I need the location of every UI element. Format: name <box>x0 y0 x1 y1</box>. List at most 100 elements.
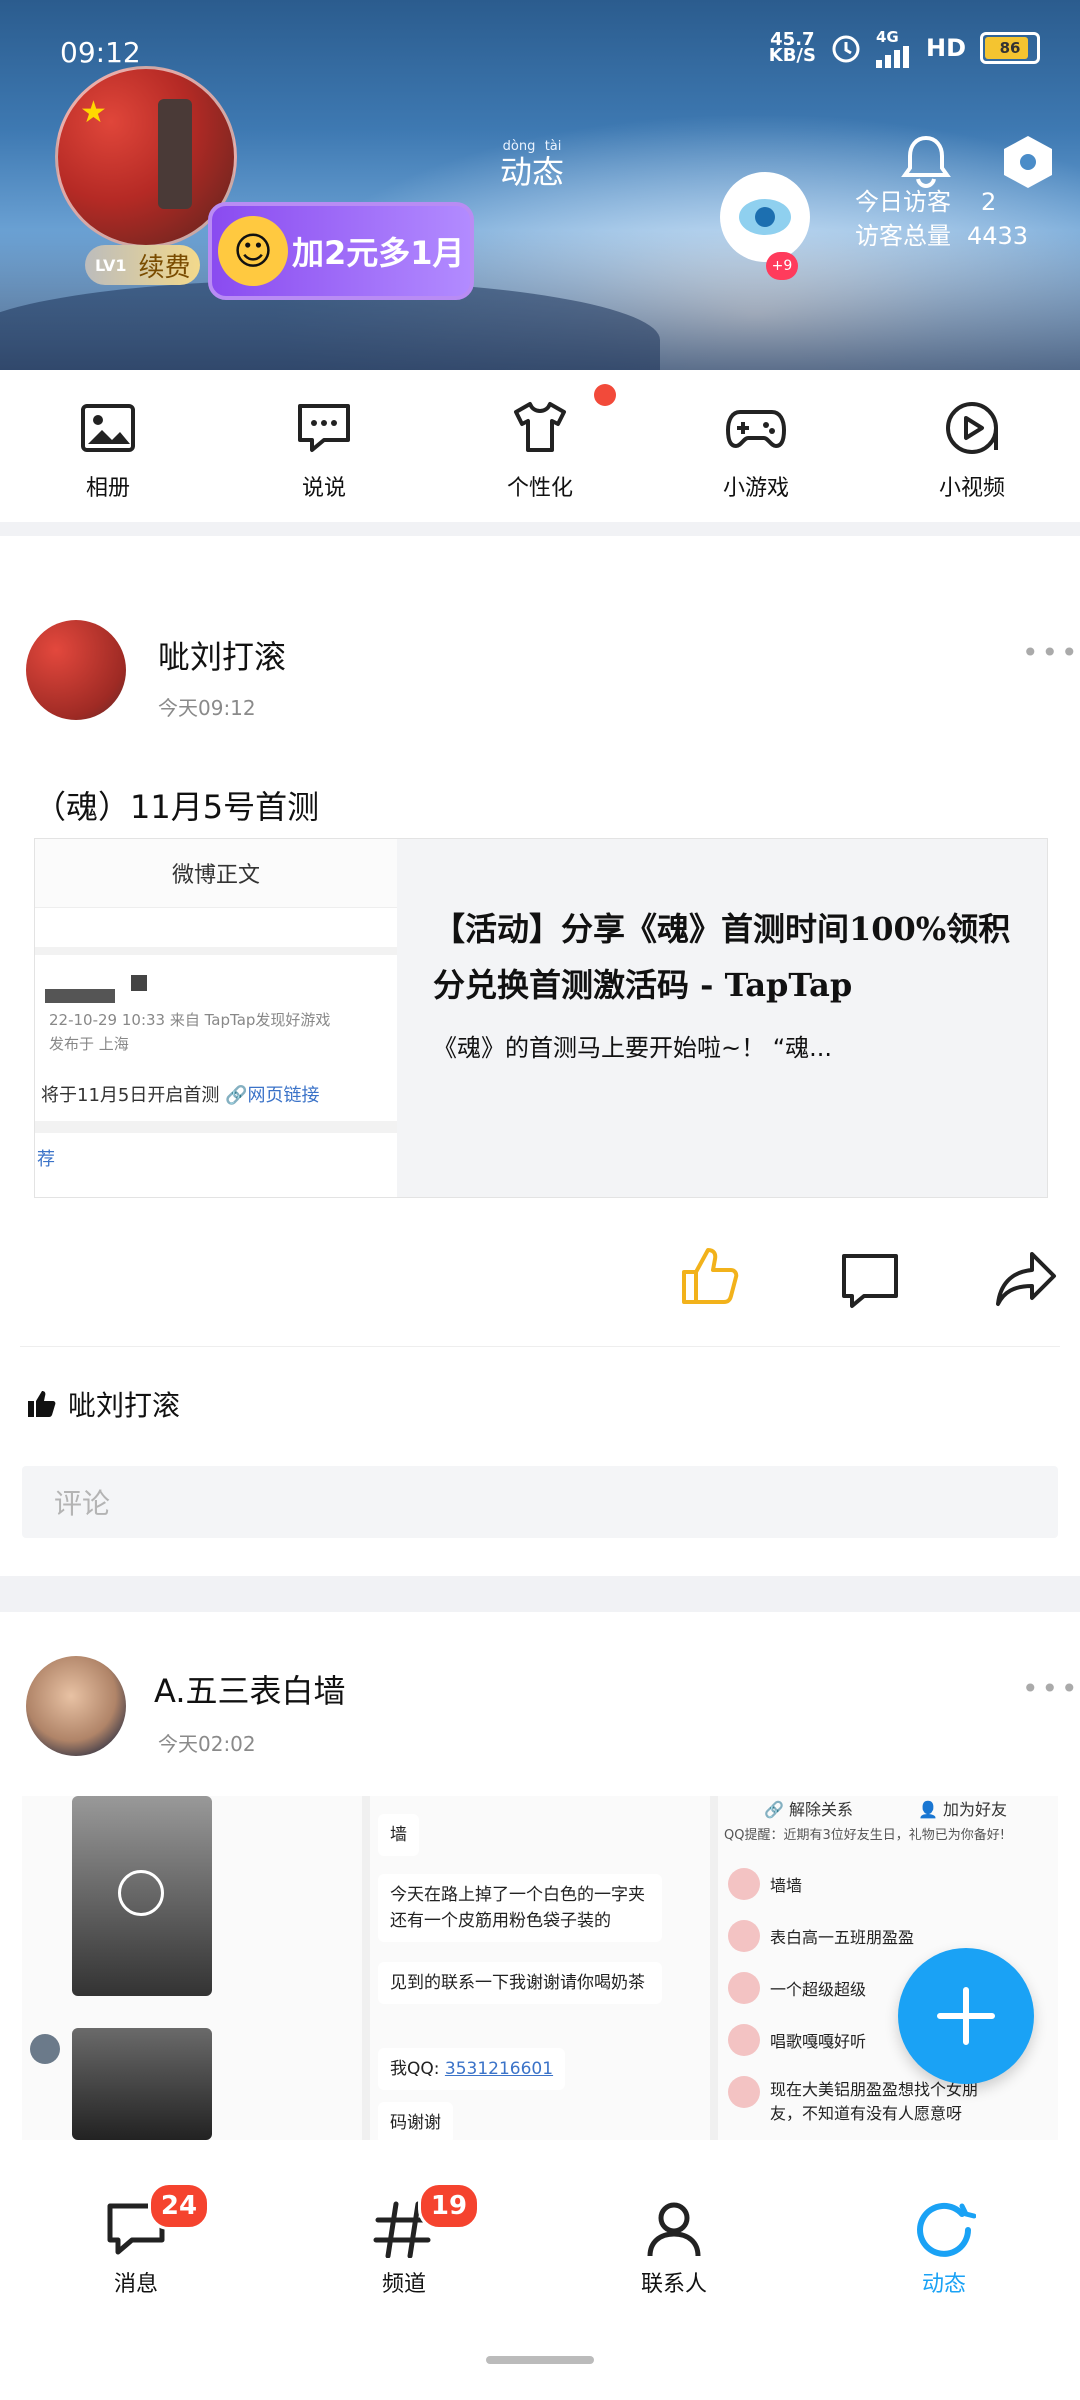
link-thumbnail: 微博正文 22-10-29 10:33 来自 TapTap发现好游戏 发布于 上… <box>35 839 397 1197</box>
video-play-icon <box>946 402 998 454</box>
tab-channels-label: 频道 <box>381 2272 426 2297</box>
thumb-header: 微博正文 <box>35 839 397 908</box>
alarm-icon <box>832 35 860 63</box>
visitor-eye-button[interactable] <box>720 172 810 262</box>
personalize-red-dot <box>594 384 616 406</box>
quick-nav-videos-label: 小视频 <box>938 476 1005 501</box>
tab-contacts[interactable]: 联系人 <box>604 2200 744 2298</box>
comment-icon[interactable] <box>838 1248 902 1312</box>
status-time: 09:12 <box>60 36 141 69</box>
today-visitors-value: 2 <box>981 188 997 216</box>
like-icon[interactable] <box>678 1244 742 1308</box>
share-icon[interactable] <box>994 1246 1058 1310</box>
comment-placeholder: 评论 <box>54 1487 111 1520</box>
mascot-icon: ☺ <box>218 216 288 286</box>
post-image-2[interactable]: 墙 今天在路上掉了一个白色的一字夹还有一个皮筋用粉色袋子装的 见到的联系一下我谢… <box>370 1796 710 2140</box>
thumb-body: 将于11月5日开启首测 <box>41 1085 220 1106</box>
chat-text-5: 码谢谢 <box>378 2102 453 2140</box>
promo-text: 加2元多1月 <box>292 234 465 272</box>
post-divider <box>20 1346 1060 1347</box>
tshirt-icon <box>514 402 566 452</box>
tab-contacts-label: 联系人 <box>640 2272 707 2297</box>
chat-item-2: 表白高一五班朋盈盈 <box>770 1928 915 1947</box>
battery-level: 86 <box>999 39 1021 57</box>
quick-nav-moments[interactable]: 说说 <box>216 370 432 520</box>
thumb-link: 网页链接 <box>247 1085 320 1106</box>
person-icon <box>647 2202 701 2257</box>
more-options-icon[interactable]: ••• <box>1022 636 1080 669</box>
thumb-meta-2: 发布于 上海 <box>49 1035 129 1053</box>
page-title-pinyin: dòng tài <box>500 139 565 154</box>
quick-nav-album-label: 相册 <box>85 476 130 501</box>
chat-item-3: 一个超级超级 <box>770 1980 867 1999</box>
tab-messages-label: 消息 <box>113 2272 158 2297</box>
post-image-1[interactable] <box>22 1796 362 2140</box>
total-visitors-value: 4433 <box>967 222 1029 250</box>
chat-bubble-icon <box>298 404 350 452</box>
post-time: 今天02:02 <box>158 1732 256 1756</box>
chat-header-2: 加为好友 <box>943 1800 1008 1819</box>
thumb-more: 荐 <box>37 1149 55 1170</box>
create-post-button[interactable] <box>898 1948 1034 2084</box>
liked-by-name: 呲刘打滚 <box>68 1389 181 1422</box>
link-description: 《魂》的首测马上要开始啦~！ “魂... <box>433 1034 833 1062</box>
comment-input[interactable]: 评论 <box>22 1466 1058 1538</box>
plus-icon <box>937 1987 995 2045</box>
thumbs-up-filled-icon <box>28 1391 56 1417</box>
network-speed-unit: KB/S <box>768 45 816 66</box>
today-visitors-label: 今日访客 <box>855 188 951 216</box>
chat-header-1: 解除关系 <box>789 1800 854 1819</box>
post-text: （魂）11月5号首测 <box>34 788 320 826</box>
level-text: LV1 <box>95 255 127 275</box>
quick-nav-videos[interactable]: 小视频 <box>864 370 1080 520</box>
chat-item-1: 墙墙 <box>770 1876 803 1895</box>
promo-banner[interactable]: ☺ 加2元多1月 <box>208 202 474 300</box>
tab-feed[interactable]: 动态 <box>874 2200 1014 2298</box>
post-author-avatar[interactable] <box>26 620 126 720</box>
bell-icon[interactable] <box>898 132 954 188</box>
page-title: 动态dòng tài <box>500 139 565 193</box>
gamepad-icon <box>726 410 786 449</box>
chat-notice: QQ提醒：近期有3位好友生日，礼物已为你备好! <box>724 1828 1005 1843</box>
post-author-name[interactable]: 呲刘打滚 <box>158 632 286 678</box>
hd-indicator: HD <box>925 34 966 62</box>
chat-text-4: 我QQ: <box>390 2059 445 2079</box>
post-author-avatar[interactable] <box>26 1656 126 1756</box>
chat-qq-number: 3531216601 <box>444 2059 554 2079</box>
quick-nav-games-label: 小游戏 <box>722 476 789 501</box>
liked-by-row[interactable]: 呲刘打滚 <box>26 1384 180 1424</box>
total-visitors-label: 访客总量 <box>855 222 951 250</box>
quick-nav-games[interactable]: 小游戏 <box>648 370 864 520</box>
page-title-text: 动态 <box>500 153 565 191</box>
settings-hex-icon[interactable] <box>1002 134 1054 190</box>
post-image-grid[interactable]: 墙 今天在路上掉了一个白色的一字夹还有一个皮筋用粉色袋子装的 见到的联系一下我谢… <box>22 1796 1058 2140</box>
chat-item-4: 唱歌嘎嘎好听 <box>770 2032 867 2051</box>
section-divider <box>0 1576 1080 1612</box>
tab-feed-label: 动态 <box>921 2272 966 2297</box>
chat-text-3: 见到的联系一下我谢谢请你喝奶茶 <box>378 1962 662 2004</box>
section-divider <box>0 522 1080 536</box>
post-time: 今天09:12 <box>158 696 256 720</box>
battery-icon: 86 <box>980 32 1040 64</box>
link-info: 【活动】分享《魂》首测时间100%领积分兑换首测激活码 - TapTap 《魂》… <box>397 839 1047 1197</box>
link-title: 【活动】分享《魂》首测时间100%领积分兑换首测激活码 - TapTap <box>433 910 1011 1004</box>
quick-nav-personalize-label: 个性化 <box>506 476 573 501</box>
more-options-icon[interactable]: ••• <box>1022 1672 1080 1705</box>
photo-album-icon <box>81 404 135 452</box>
status-icons: 45.7 KB/S 4G HD 86 <box>769 28 1040 68</box>
vip-level-badge[interactable]: LV1 续费 <box>85 245 200 285</box>
link-preview-card[interactable]: 微博正文 22-10-29 10:33 来自 TapTap发现好游戏 发布于 上… <box>34 838 1048 1198</box>
chat-text-2: 今天在路上掉了一个白色的一字夹还有一个皮筋用粉色袋子装的 <box>378 1874 662 1942</box>
signal-icon <box>875 46 909 68</box>
renew-label: 续费 <box>138 252 191 283</box>
feed-refresh-icon <box>917 2202 976 2257</box>
quick-nav-album[interactable]: 相册 <box>0 370 216 520</box>
network-type: 4G <box>875 28 899 46</box>
post-author-name[interactable]: A.五三表白墙 <box>154 1666 346 1712</box>
chat-text-1: 墙 <box>378 1814 419 1856</box>
messages-badge: 24 <box>148 2182 210 2230</box>
quick-nav: 相册 说说 个性化 小游戏 小视频 <box>0 370 1080 520</box>
visitor-stats[interactable]: 今日访客 2 访客总量 4433 <box>855 185 1028 253</box>
eye-icon <box>739 199 791 235</box>
thumb-meta-1: 22-10-29 10:33 来自 TapTap发现好游戏 <box>49 1011 331 1029</box>
